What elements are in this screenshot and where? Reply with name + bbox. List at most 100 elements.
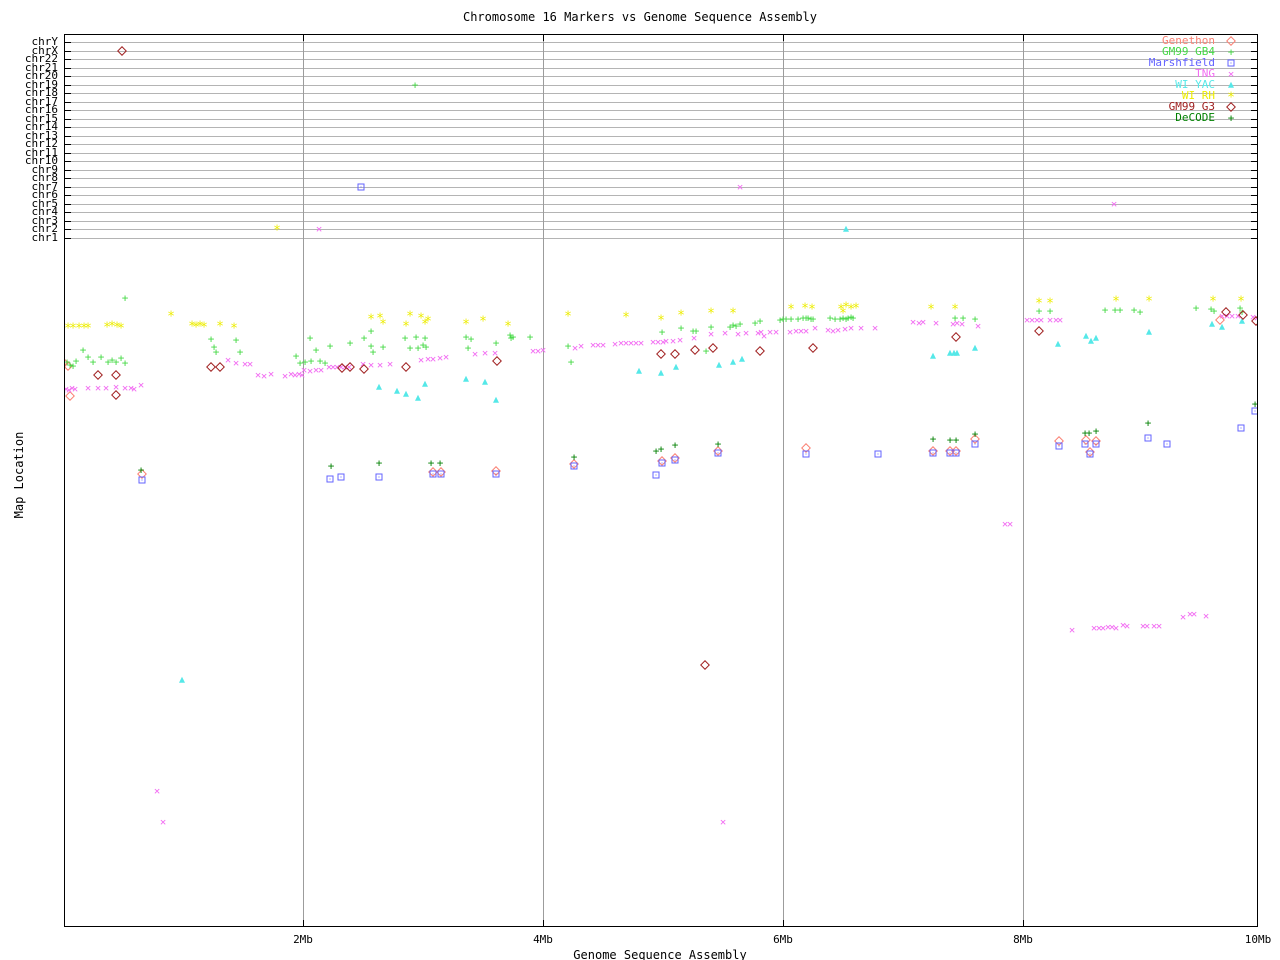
chrom-tick-left xyxy=(65,101,71,103)
gm99_gb4-point: + xyxy=(207,332,215,346)
legend-marker-box xyxy=(1228,81,1234,88)
tng-point: × xyxy=(627,336,635,350)
tng-point: × xyxy=(317,363,325,377)
chrom-gridline xyxy=(65,76,1257,78)
chrom-gridline xyxy=(65,67,1257,69)
tng-point: × xyxy=(637,336,645,350)
gm99_gb4-point: + xyxy=(346,336,354,350)
tng-point: × xyxy=(1033,313,1041,327)
gm99_gb4-point: + xyxy=(312,343,320,357)
tng-point: × xyxy=(599,338,607,352)
tng-point: × xyxy=(1028,313,1036,327)
decode-point: + xyxy=(952,433,960,447)
chrom-tick-left xyxy=(65,212,71,214)
wi_yac-point xyxy=(658,369,664,376)
x-tick-bottom xyxy=(1023,920,1024,926)
chrom-tick-left xyxy=(65,229,71,231)
chrom-tick-right xyxy=(1251,50,1257,52)
chrom-tick-right xyxy=(1251,42,1257,43)
tng-point: × xyxy=(594,338,602,352)
decode-point: + xyxy=(971,427,979,441)
tng-point: × xyxy=(127,381,135,395)
gm99_g3-point xyxy=(1034,326,1044,336)
chrom-tick-right xyxy=(1251,161,1257,163)
wi_rh-point: * xyxy=(69,321,77,337)
chrom-gridline xyxy=(65,178,1257,180)
tng-point: × xyxy=(949,317,957,331)
tng-point: × xyxy=(1202,609,1210,623)
gm99_g3-point xyxy=(670,349,680,359)
chrom-tick-right xyxy=(1251,144,1257,146)
wi_rh-point: * xyxy=(108,319,116,335)
chrom-tick-right xyxy=(1251,220,1257,222)
gm99_gb4-point: + xyxy=(849,311,857,325)
gm99_gb4-point: + xyxy=(464,341,472,355)
genethon-point xyxy=(569,459,579,469)
marshfield-point xyxy=(929,449,937,457)
tng-point: × xyxy=(958,317,966,331)
wi_yac-point xyxy=(376,383,382,390)
genethon-point xyxy=(1054,436,1064,446)
wi_rh-point: * xyxy=(196,319,204,335)
chrom-tick-left xyxy=(65,169,71,171)
gm99_gb4-point: + xyxy=(729,318,737,332)
wi_yac-point xyxy=(422,380,428,387)
tng-point: × xyxy=(792,324,800,338)
wi_rh-point: * xyxy=(200,320,208,336)
chrom-tick-right xyxy=(1251,186,1257,188)
tng-point: × xyxy=(534,344,542,358)
chrom-tick-right xyxy=(1251,84,1257,86)
legend-marker-box xyxy=(1226,36,1236,46)
chrom-gridline xyxy=(65,110,1257,112)
gm99_gb4-point: + xyxy=(117,351,125,365)
chrom-tick-left xyxy=(65,42,71,43)
x-tick-top xyxy=(303,35,304,41)
gm99_gb4-point: + xyxy=(307,354,315,368)
marshfield-point xyxy=(1092,440,1100,448)
genethon-point xyxy=(713,446,723,456)
gm99_gb4-point: + xyxy=(787,312,795,326)
genethon-point xyxy=(1081,435,1091,445)
gm99_g3-point xyxy=(1221,307,1231,317)
marshfield-point xyxy=(326,475,334,483)
tng-point: × xyxy=(834,323,842,337)
gm99_gb4-point: + xyxy=(1101,303,1109,317)
wi_rh-point: * xyxy=(117,321,125,337)
wi_yac-point xyxy=(1239,317,1245,324)
wi_rh-point: * xyxy=(622,310,630,326)
gm99_gb4-point: + xyxy=(210,340,218,354)
gm99_gb4-point: + xyxy=(1136,305,1144,319)
chrom-tick-left xyxy=(65,178,71,180)
wi_rh-point: * xyxy=(657,313,665,329)
tng-point: × xyxy=(772,325,780,339)
chrom-tick-right xyxy=(1251,118,1257,120)
chrom-gridline xyxy=(65,161,1257,163)
chrom-tick-right xyxy=(1251,152,1257,154)
genethon-point xyxy=(65,361,73,371)
tng-point: × xyxy=(577,339,585,353)
gm99_g3-point xyxy=(93,370,103,380)
gm99_gb4-point: + xyxy=(831,312,839,326)
tng-point: × xyxy=(254,368,262,382)
gm99_gb4-point: + xyxy=(406,341,414,355)
gm99_g3-point xyxy=(215,362,225,372)
chrom-gridline xyxy=(65,127,1257,129)
wi_yac-point xyxy=(1088,337,1094,344)
tng-point: × xyxy=(1052,313,1060,327)
gm99_gb4-point: + xyxy=(232,333,240,347)
tng-point: × xyxy=(367,358,375,372)
marshfield-point xyxy=(652,471,660,479)
legend-marker-box: + xyxy=(1228,113,1235,124)
gm99_gb4-point: + xyxy=(104,355,112,369)
chrom-tick-left xyxy=(65,127,71,129)
gm99_gb4-point: + xyxy=(751,316,759,330)
gm99_g3-point xyxy=(690,345,700,355)
wi_rh-point: * xyxy=(216,319,224,335)
gm99_gb4-point: + xyxy=(809,312,817,326)
decode-point: + xyxy=(1251,397,1258,411)
wi_yac-point xyxy=(179,676,185,683)
x-tick-top xyxy=(1023,35,1024,41)
wi_rh-point: * xyxy=(1237,294,1245,310)
chrom-gridline xyxy=(65,50,1257,52)
tng-point: × xyxy=(325,360,333,374)
